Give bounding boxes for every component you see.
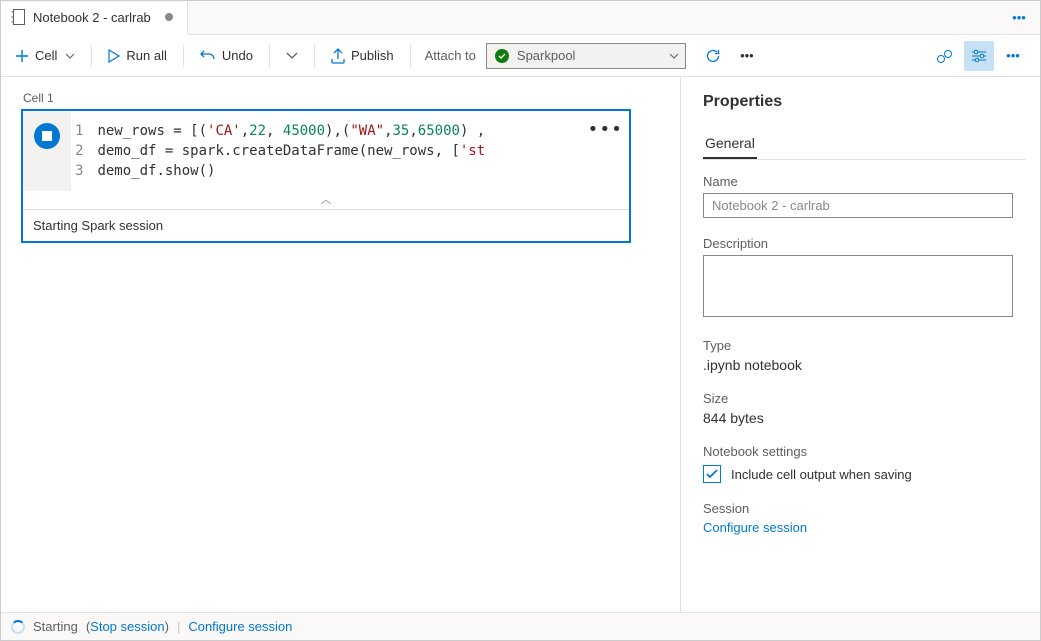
description-input[interactable] bbox=[703, 255, 1013, 317]
toolbar: Cell Run all Undo Publish Attach to Spar… bbox=[1, 35, 1040, 77]
collapse-cell-button[interactable]: ︿ bbox=[23, 191, 629, 209]
size-label: Size bbox=[703, 391, 1026, 406]
redo-dropdown-button[interactable] bbox=[278, 48, 306, 64]
variables-button[interactable] bbox=[930, 41, 960, 71]
undo-button[interactable]: Undo bbox=[192, 44, 261, 67]
chevron-down-icon bbox=[286, 52, 298, 60]
session-status: Starting bbox=[33, 619, 78, 634]
run-all-button[interactable]: Run all bbox=[100, 44, 174, 67]
name-label: Name bbox=[703, 174, 1026, 189]
notebook-tab[interactable]: Notebook 2 - carlrab bbox=[1, 2, 188, 35]
publish-label: Publish bbox=[351, 48, 394, 63]
tab-title: Notebook 2 - carlrab bbox=[33, 10, 151, 25]
type-value: .ipynb notebook bbox=[703, 357, 1026, 373]
run-all-label: Run all bbox=[126, 48, 166, 63]
more-icon: ••• bbox=[740, 48, 754, 63]
line-numbers: 1 2 3 bbox=[75, 121, 97, 181]
stop-session-link[interactable]: Stop session bbox=[90, 619, 164, 634]
stop-session-group: (Stop session) bbox=[86, 619, 169, 634]
toolbar-more-button[interactable]: ••• bbox=[732, 41, 762, 71]
code-editor[interactable]: 1 2 3 new_rows = [('CA',22, 45000),("WA"… bbox=[71, 111, 629, 191]
separator bbox=[269, 45, 270, 67]
tab-general[interactable]: General bbox=[703, 129, 757, 159]
stop-cell-button[interactable] bbox=[34, 123, 60, 149]
status-bar: Starting (Stop session) | Configure sess… bbox=[1, 612, 1040, 640]
cell-label: Cell 1 bbox=[23, 91, 680, 105]
name-input[interactable] bbox=[703, 193, 1013, 218]
pool-name: Sparkpool bbox=[517, 48, 576, 63]
add-cell-button[interactable]: Cell bbox=[7, 44, 83, 67]
notebook-icon bbox=[11, 9, 25, 25]
cell-status: Starting Spark session bbox=[23, 209, 629, 241]
session-label: Session bbox=[703, 501, 1026, 516]
separator bbox=[91, 45, 92, 67]
refresh-button[interactable] bbox=[698, 41, 728, 71]
tab-overflow-button[interactable]: ••• bbox=[1010, 3, 1040, 33]
separator bbox=[410, 45, 411, 67]
toolbar-right: ••• bbox=[930, 41, 1034, 71]
chevron-down-icon bbox=[65, 53, 75, 59]
chevron-down-icon bbox=[669, 53, 679, 59]
more-icon: ••• bbox=[1006, 48, 1020, 63]
status-ok-icon bbox=[495, 49, 509, 63]
toolbar-overflow-button[interactable]: ••• bbox=[998, 41, 1028, 71]
stop-icon bbox=[42, 131, 52, 141]
separator bbox=[183, 45, 184, 67]
chevron-up-icon: ︿ bbox=[321, 194, 332, 206]
publish-icon bbox=[331, 48, 345, 64]
code-cell[interactable]: 1 2 3 new_rows = [('CA',22, 45000),("WA"… bbox=[21, 109, 631, 243]
undo-icon bbox=[200, 49, 216, 63]
properties-tabs: General bbox=[703, 129, 1026, 160]
publish-button[interactable]: Publish bbox=[323, 44, 402, 68]
properties-panel: Properties General Name Description Type… bbox=[680, 77, 1040, 612]
attach-to-label: Attach to bbox=[419, 48, 482, 63]
add-cell-label: Cell bbox=[35, 48, 57, 63]
separator bbox=[314, 45, 315, 67]
code-lines: new_rows = [('CA',22, 45000),("WA",35,65… bbox=[97, 121, 485, 181]
more-icon: ••• bbox=[1012, 10, 1026, 25]
variables-icon bbox=[936, 48, 954, 64]
main-area: Cell 1 1 2 3 new_rows = [('CA',22, 45000… bbox=[1, 77, 1040, 612]
size-value: 844 bytes bbox=[703, 410, 1026, 426]
description-label: Description bbox=[703, 236, 1026, 251]
properties-title: Properties bbox=[703, 93, 1026, 111]
check-icon bbox=[706, 469, 718, 479]
configure-session-link-statusbar[interactable]: Configure session bbox=[188, 619, 292, 634]
settings-sliders-icon bbox=[971, 48, 987, 64]
play-icon bbox=[108, 49, 120, 63]
plus-icon bbox=[15, 49, 29, 63]
refresh-icon bbox=[705, 48, 721, 64]
configure-session-link[interactable]: Configure session bbox=[703, 520, 1026, 535]
tab-bar: Notebook 2 - carlrab ••• bbox=[1, 1, 1040, 35]
editor-area: Cell 1 1 2 3 new_rows = [('CA',22, 45000… bbox=[1, 77, 680, 612]
include-output-checkbox[interactable] bbox=[703, 465, 721, 483]
undo-label: Undo bbox=[222, 48, 253, 63]
spinner-icon bbox=[11, 620, 25, 634]
properties-toggle-button[interactable] bbox=[964, 41, 994, 71]
type-label: Type bbox=[703, 338, 1026, 353]
cell-gutter bbox=[23, 111, 71, 191]
notebook-settings-label: Notebook settings bbox=[703, 444, 1026, 459]
include-output-label: Include cell output when saving bbox=[731, 467, 912, 482]
cell-more-button[interactable]: ••• bbox=[587, 119, 623, 140]
unsaved-indicator-icon bbox=[165, 13, 173, 21]
spark-pool-select[interactable]: Sparkpool bbox=[486, 43, 686, 69]
